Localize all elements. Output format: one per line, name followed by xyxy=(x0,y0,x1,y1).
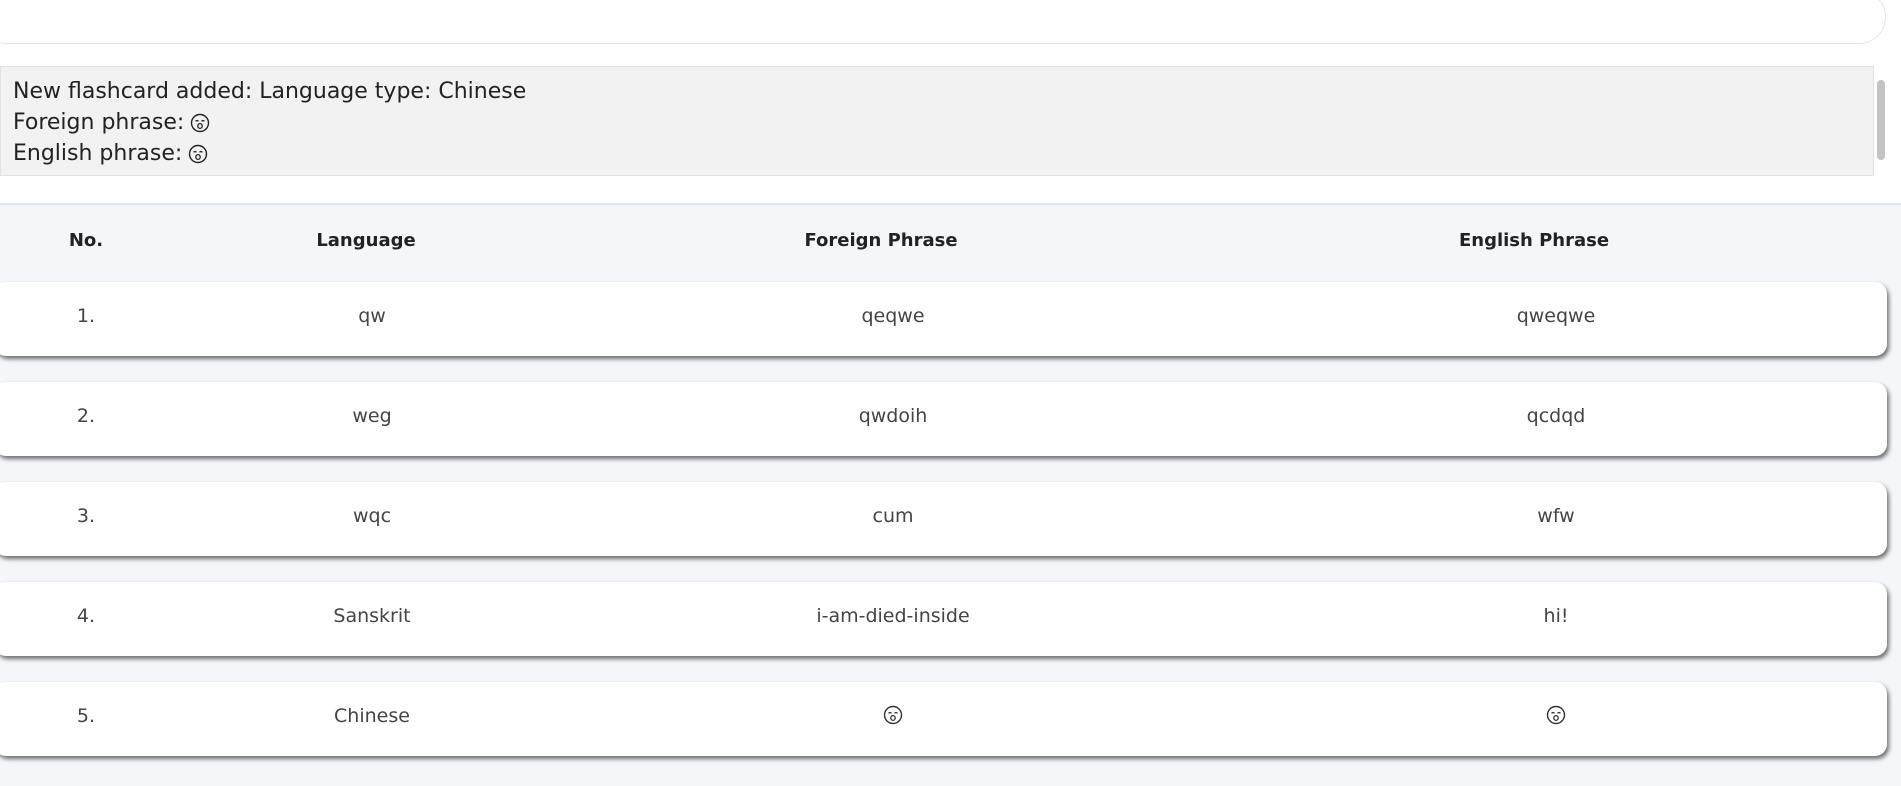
cell-no: 4. xyxy=(76,605,96,627)
header-language: Language xyxy=(316,230,416,251)
result-text: New flashcard added: Language type: Chin… xyxy=(13,79,527,104)
cell-english-phrase: qweqwe xyxy=(1516,305,1596,327)
cell-english-phrase: qcdqd xyxy=(1526,405,1586,427)
table-row[interactable]: 5. Chinese xyxy=(0,682,1887,756)
cell-english-phrase: hi! xyxy=(1543,605,1569,627)
command-input[interactable] xyxy=(0,0,1886,44)
result-line: English phrase: xyxy=(13,138,1861,169)
cell-no: 2. xyxy=(76,405,96,427)
cell-foreign-phrase: qwdoih xyxy=(858,405,928,427)
cell-language: Sanskrit xyxy=(333,605,411,627)
emoji-icon xyxy=(191,113,210,132)
cell-foreign-phrase xyxy=(883,705,903,725)
result-line: New flashcard added: Language type: Chin… xyxy=(13,76,1861,107)
table-row[interactable]: 1. qw qeqwe qweqwe xyxy=(0,282,1887,356)
result-line: Foreign phrase: xyxy=(13,107,1861,138)
emoji-icon xyxy=(189,144,208,163)
emoji-icon xyxy=(1546,705,1566,725)
cell-no: 1. xyxy=(76,305,96,327)
header-english-phrase: English Phrase xyxy=(1458,230,1610,251)
flashcard-table: No. Language Foreign Phrase English Phra… xyxy=(0,203,1901,786)
result-display: New flashcard added: Language type: Chin… xyxy=(0,66,1874,176)
cell-language: Chinese xyxy=(334,705,410,727)
result-scrollbar[interactable] xyxy=(1877,80,1885,160)
table-row[interactable]: 4. Sanskrit i-am-died-inside hi! xyxy=(0,582,1887,656)
emoji-icon xyxy=(883,705,903,725)
cell-no: 5. xyxy=(76,705,96,727)
result-text: English phrase: xyxy=(13,141,183,166)
cell-foreign-phrase: qeqwe xyxy=(861,305,925,327)
cell-english-phrase: wfw xyxy=(1537,505,1575,527)
table-row[interactable]: 3. wqc cum wfw xyxy=(0,482,1887,556)
cell-english-phrase xyxy=(1546,705,1566,725)
table-header: No. Language Foreign Phrase English Phra… xyxy=(0,205,1901,280)
cell-language: wqc xyxy=(352,505,392,527)
cell-language: weg xyxy=(352,405,392,427)
header-foreign-phrase: Foreign Phrase xyxy=(804,230,958,251)
table-row[interactable]: 2. weg qwdoih qcdqd xyxy=(0,382,1887,456)
cell-foreign-phrase: cum xyxy=(872,505,914,527)
header-no: No. xyxy=(68,230,104,251)
cell-language: qw xyxy=(358,305,386,327)
cell-foreign-phrase: i-am-died-inside xyxy=(816,605,970,627)
result-text: Foreign phrase: xyxy=(13,110,185,135)
cell-no: 3. xyxy=(76,505,96,527)
